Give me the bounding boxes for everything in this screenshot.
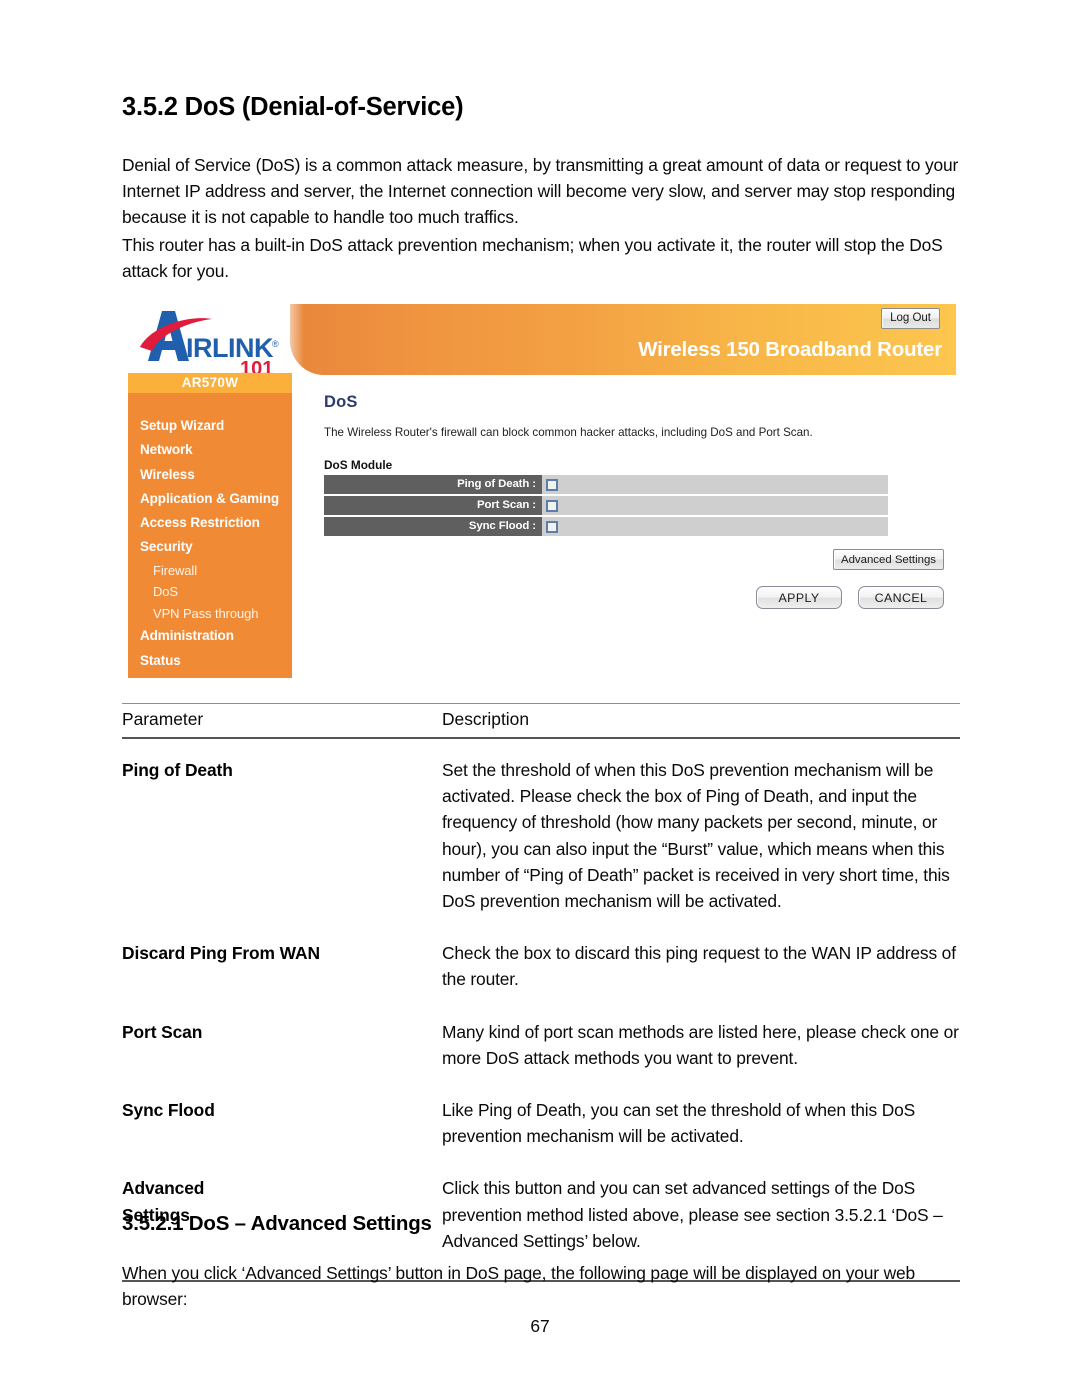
router-ui-header: IRL INK ® 101 Wireless 150 Broadband Rou… <box>126 300 956 378</box>
page-title: 3.5.2 DoS (Denial-of-Service) <box>122 93 464 121</box>
dos-module-label: DoS Module <box>324 458 393 472</box>
panel-action-row: APPLY CANCEL <box>292 586 956 609</box>
param-name-advanced-line1: Advanced <box>122 1178 205 1199</box>
param-name-sync-flood: Sync Flood <box>122 1100 215 1121</box>
document-page: 3.5.2 DoS (Denial-of-Service) Denial of … <box>0 0 1080 1397</box>
ping-of-death-label: Ping of Death : <box>324 475 542 494</box>
port-scan-label: Port Scan : <box>324 496 542 515</box>
table-header-parameter: Parameter <box>122 709 204 729</box>
subsection-paragraph: When you click ‘Advanced Settings’ butto… <box>122 1263 916 1310</box>
setting-row-ping-of-death: Ping of Death : <box>324 475 888 494</box>
panel-description: The Wireless Router's firewall can block… <box>324 426 813 439</box>
advanced-settings-button[interactable]: Advanced Settings <box>833 549 944 570</box>
router-main-panel: DoS The Wireless Router's firewall can b… <box>292 378 956 678</box>
param-desc-port-scan: Many kind of port scan methods are liste… <box>442 1021 959 1068</box>
table-row: Sync Flood Like Ping of Death, you can s… <box>122 1097 960 1149</box>
table-body: Ping of Death Set the threshold of when … <box>122 739 960 1254</box>
sidebar-menu: Setup Wizard Network Wireless Applicatio… <box>128 393 292 673</box>
cancel-button[interactable]: CANCEL <box>858 586 944 609</box>
setting-row-port-scan: Port Scan : <box>324 496 888 515</box>
page-number: 67 <box>530 1316 550 1336</box>
param-name-discard-ping-from-wan: Discard Ping From WAN <box>122 943 320 964</box>
sidebar-item-wireless[interactable]: Wireless <box>128 463 292 487</box>
sidebar-item-application-gaming[interactable]: Application & Gaming <box>128 487 292 511</box>
svg-text:®: ® <box>272 339 279 349</box>
table-row: Port Scan Many kind of port scan methods… <box>122 1019 960 1071</box>
subsection-title: 3.5.2.1 DoS – Advanced Settings <box>122 1212 432 1235</box>
sidebar-item-dos[interactable]: DoS <box>128 581 292 603</box>
ping-of-death-value-cell <box>542 475 888 494</box>
intro-paragraph-2: This router has a built-in DoS attack pr… <box>122 235 943 282</box>
sidebar-item-administration[interactable]: Administration <box>128 624 292 648</box>
dos-module-settings-table: Ping of Death : Port Scan : Sync Flood : <box>324 475 888 538</box>
param-desc-ping-of-death: Set the threshold of when this DoS preve… <box>442 760 950 912</box>
port-scan-checkbox[interactable] <box>546 499 558 512</box>
param-desc-advanced-settings: Click this button and you can set advanc… <box>442 1178 943 1251</box>
port-scan-value-cell <box>542 496 888 515</box>
sidebar-item-security[interactable]: Security <box>128 535 292 559</box>
param-desc-discard-ping-from-wan: Check the box to discard this ping reque… <box>442 943 956 990</box>
setting-row-sync-flood: Sync Flood : <box>324 517 888 536</box>
sync-flood-label: Sync Flood : <box>324 517 542 536</box>
sidebar-item-setup-wizard[interactable]: Setup Wizard <box>128 414 292 438</box>
sync-flood-value-cell <box>542 517 888 536</box>
router-model-title: Wireless 150 Broadband Router <box>638 338 942 361</box>
parameter-description-table: Parameter Description Ping of Death Set … <box>122 703 960 1283</box>
apply-button[interactable]: APPLY <box>756 586 842 609</box>
ping-of-death-checkbox[interactable] <box>546 478 558 491</box>
airlink-logo: IRL INK ® 101 <box>128 303 292 378</box>
sidebar-item-network[interactable]: Network <box>128 438 292 462</box>
table-header-row: Parameter Description <box>122 704 960 737</box>
sync-flood-checkbox[interactable] <box>546 520 558 533</box>
param-name-ping-of-death: Ping of Death <box>122 760 233 780</box>
table-row: Ping of Death Set the threshold of when … <box>122 757 960 914</box>
router-web-ui-screenshot: IRL INK ® 101 Wireless 150 Broadband Rou… <box>126 300 956 678</box>
logout-button[interactable]: Log Out <box>881 308 940 329</box>
intro-paragraph-1: Denial of Service (DoS) is a common atta… <box>122 155 959 228</box>
panel-heading: DoS <box>324 393 358 411</box>
sidebar-item-vpn-pass-through[interactable]: VPN Pass through <box>128 603 292 625</box>
svg-text:IRL: IRL <box>186 333 228 363</box>
sidebar-model-badge: AR570W <box>128 373 292 393</box>
param-name-port-scan: Port Scan <box>122 1021 203 1042</box>
table-row: Discard Ping From WAN Check the box to d… <box>122 940 960 992</box>
table-header-description: Description <box>442 709 529 729</box>
sidebar-item-access-restriction[interactable]: Access Restriction <box>128 511 292 535</box>
sidebar-item-status[interactable]: Status <box>128 649 292 673</box>
param-desc-sync-flood: Like Ping of Death, you can set the thre… <box>442 1100 916 1147</box>
sidebar-item-firewall[interactable]: Firewall <box>128 560 292 582</box>
router-sidebar: AR570W Setup Wizard Network Wireless App… <box>128 373 292 678</box>
